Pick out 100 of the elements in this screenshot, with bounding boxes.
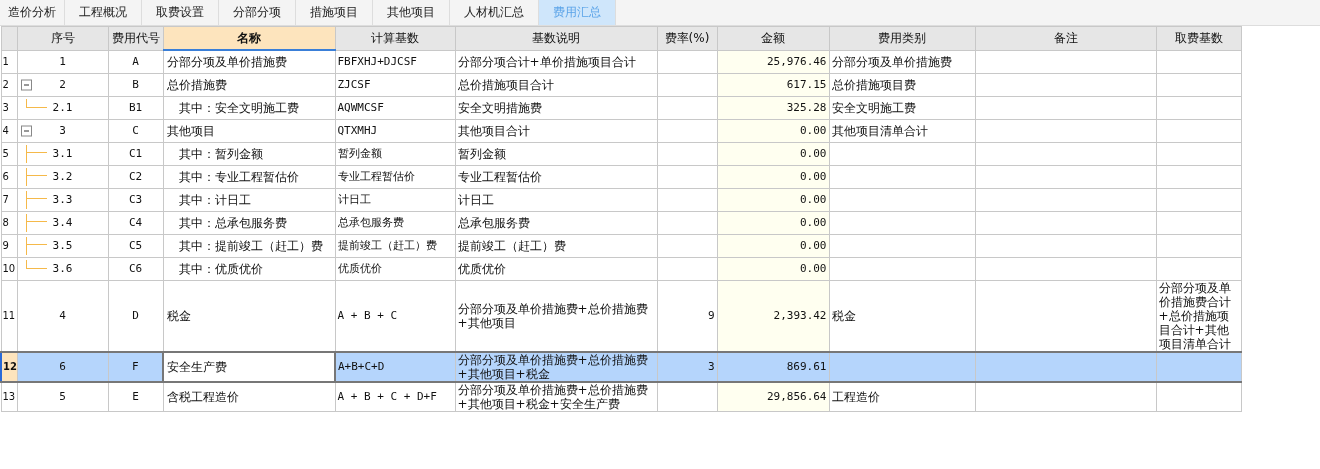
base-cell: A + B + C + D+F xyxy=(335,382,455,412)
sequence-number: 3.4 xyxy=(52,216,73,230)
collapse-button[interactable] xyxy=(20,125,32,137)
base-cell: 提前竣工（赶工）费 xyxy=(335,234,455,258)
base-desc-cell: 暂列金额 xyxy=(455,142,657,166)
amount-cell: 0.00 xyxy=(717,165,829,189)
column-header[interactable]: 备注 xyxy=(975,26,1156,50)
amount-cell: 0.00 xyxy=(717,257,829,281)
amount-cell: 0.00 xyxy=(717,211,829,235)
base-desc-cell: 专业工程暂估价 xyxy=(455,165,657,189)
name-cell: 其中：安全文明施工费 xyxy=(163,96,335,120)
sequence-number: 3.3 xyxy=(52,193,73,207)
code-cell: B xyxy=(108,73,163,97)
tree-connector xyxy=(25,237,47,255)
tree-connector xyxy=(25,168,47,186)
code-cell: C2 xyxy=(108,165,163,189)
base-desc-cell: 分部分项及单价措施费+总价措施费+其他项目+税金+安全生产费 xyxy=(455,382,657,412)
sequence-number: 3 xyxy=(59,124,66,138)
sequence-number: 1 xyxy=(59,54,66,69)
column-header[interactable]: 取费基数 xyxy=(1156,26,1241,50)
sequence-number: 3.5 xyxy=(52,239,73,253)
amount-cell: 0.00 xyxy=(717,142,829,166)
base-cell: A+B+C+D xyxy=(335,352,455,382)
row-number[interactable]: 1 xyxy=(1,50,17,74)
name-cell: 其中：总承包服务费 xyxy=(163,211,335,235)
row-number[interactable]: 12 xyxy=(1,352,17,382)
column-header[interactable]: 费用类别 xyxy=(829,26,975,50)
base-cell: 暂列金额 xyxy=(335,142,455,166)
base-cell: 优质优价 xyxy=(335,257,455,281)
row-number[interactable]: 2 xyxy=(1,73,17,97)
row-number[interactable]: 11 xyxy=(1,280,17,352)
code-cell: C5 xyxy=(108,234,163,258)
code-cell: F xyxy=(108,352,163,382)
base-desc-cell: 计日工 xyxy=(455,188,657,212)
category-cell: 分部分项及单价措施费 xyxy=(829,50,975,74)
name-cell: 总价措施费 xyxy=(163,73,335,97)
row-number[interactable]: 9 xyxy=(1,234,17,258)
code-cell: C4 xyxy=(108,211,163,235)
sequence-number: 3.1 xyxy=(52,147,73,161)
name-cell: 分部分项及单价措施费 xyxy=(163,50,335,74)
category-cell: 总价措施项目费 xyxy=(829,73,975,97)
base-desc-cell: 分部分项及单价措施费+总价措施费+其他项目+税金 xyxy=(455,352,657,382)
code-cell: E xyxy=(108,382,163,412)
column-header[interactable]: 名称 xyxy=(163,26,335,50)
amount-cell: 2,393.42 xyxy=(717,280,829,352)
code-cell: B1 xyxy=(108,96,163,120)
code-cell: A xyxy=(108,50,163,74)
name-cell: 其中：优质优价 xyxy=(163,257,335,281)
sequence-number: 3.2 xyxy=(52,170,73,184)
sequence-number: 5 xyxy=(59,390,66,404)
column-header[interactable]: 序号 xyxy=(17,26,108,50)
code-cell: C1 xyxy=(108,142,163,166)
tree-connector xyxy=(25,99,47,108)
category-cell: 其他项目清单合计 xyxy=(829,119,975,143)
row-number[interactable]: 10 xyxy=(1,257,17,281)
amount-cell: 29,856.64 xyxy=(717,382,829,412)
row-number[interactable]: 8 xyxy=(1,211,17,235)
base-desc-cell: 总承包服务费 xyxy=(455,211,657,235)
column-header[interactable]: 计算基数 xyxy=(335,26,455,50)
sequence-number: 3.6 xyxy=(52,262,73,276)
column-header[interactable]: 基数说明 xyxy=(455,26,657,50)
amount-cell: 325.28 xyxy=(717,96,829,120)
name-cell: 其中：暂列金额 xyxy=(163,142,335,166)
amount-cell: 0.00 xyxy=(717,188,829,212)
column-header[interactable]: 金额 xyxy=(717,26,829,50)
base-desc-cell: 分部分项合计+单价措施项目合计 xyxy=(455,50,657,74)
amount-cell: 617.15 xyxy=(717,73,829,97)
code-cell: C xyxy=(108,119,163,143)
row-number[interactable]: 5 xyxy=(1,142,17,166)
name-cell: 含税工程造价 xyxy=(163,382,335,412)
column-header[interactable]: 费用代号 xyxy=(108,26,163,50)
sequence-number: 6 xyxy=(59,360,66,374)
name-cell: 其中：计日工 xyxy=(163,188,335,212)
amount-cell: 869.61 xyxy=(717,352,829,382)
tree-connector xyxy=(25,191,47,209)
base-cell: 总承包服务费 xyxy=(335,211,455,235)
row-number[interactable]: 7 xyxy=(1,188,17,212)
row-number[interactable]: 4 xyxy=(1,119,17,143)
base-desc-cell: 总价措施项目合计 xyxy=(455,73,657,97)
base-desc-cell: 优质优价 xyxy=(455,257,657,281)
category-cell: 工程造价 xyxy=(829,382,975,412)
amount-cell: 0.00 xyxy=(717,119,829,143)
tree-connector xyxy=(25,214,47,232)
collapse-button[interactable] xyxy=(20,79,32,91)
tree-connector xyxy=(25,145,47,163)
name-cell: 其中：专业工程暂估价 xyxy=(163,165,335,189)
base-cell: 计日工 xyxy=(335,188,455,212)
row-number[interactable]: 6 xyxy=(1,165,17,189)
name-cell: 其他项目 xyxy=(163,119,335,143)
row-number[interactable]: 13 xyxy=(1,382,17,412)
base-cell: AQWMCSF xyxy=(335,96,455,120)
base-desc-cell: 提前竣工（赶工）费 xyxy=(455,234,657,258)
code-cell: C3 xyxy=(108,188,163,212)
category-cell: 安全文明施工费 xyxy=(829,96,975,120)
name-cell: 安全生产费 xyxy=(163,352,335,382)
code-cell: C6 xyxy=(108,257,163,281)
tree-connector xyxy=(25,260,47,269)
column-header[interactable]: 费率(%) xyxy=(657,26,717,50)
row-number[interactable]: 3 xyxy=(1,96,17,120)
base-desc-cell: 其他项目合计 xyxy=(455,119,657,143)
